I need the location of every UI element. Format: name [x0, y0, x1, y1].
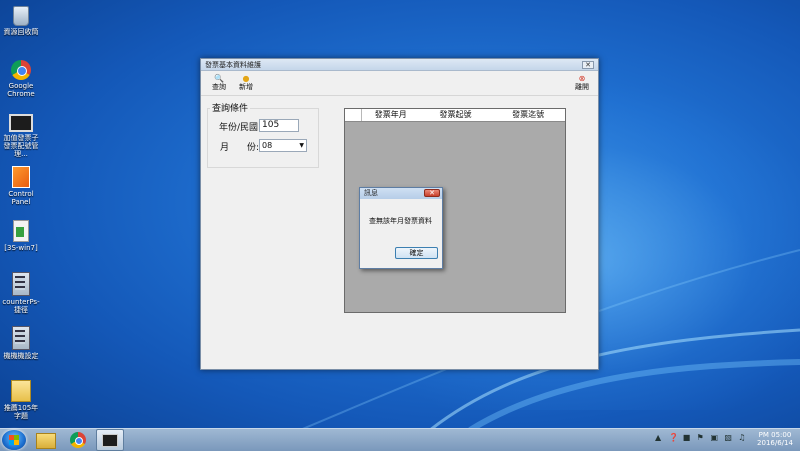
taskbar: ▲ ❓ ■ ⚑ ▣ ▧ ♫ PM 05:00 2016/6/14 — [0, 428, 800, 451]
exit-icon: ⊗ — [578, 74, 586, 83]
query-conditions-group — [207, 108, 319, 168]
leave-label: 離開 — [575, 83, 589, 91]
add-label: 新增 — [239, 83, 253, 91]
start-button[interactable] — [2, 430, 26, 450]
month-select-value: 08 — [262, 141, 273, 150]
explorer-taskbar-icon[interactable] — [36, 433, 56, 449]
window-title: 發票基本資料維護 — [201, 59, 598, 71]
system-tray: ▲ ❓ ■ ⚑ ▣ ▧ ♫ — [655, 433, 755, 447]
month-label-part1: 月 — [220, 143, 230, 153]
volume-icon[interactable]: ♫ — [738, 433, 746, 442]
search-icon: 🔍 — [214, 74, 224, 83]
clock[interactable]: PM 05:00 2016/6/14 — [752, 431, 798, 447]
grid-header: 發票年月 發票起號 發票迄號 — [345, 109, 565, 122]
desktop-icon-label: counterPs-捷徑 — [2, 298, 40, 314]
clock-date: 2016/6/14 — [757, 439, 793, 447]
ok-button[interactable]: 確定 — [395, 247, 438, 259]
desktop-icon-label: Google Chrome — [7, 82, 35, 98]
query-button[interactable]: 🔍 查詢 — [209, 74, 229, 91]
year-label: 年份/民國: — [219, 123, 262, 133]
file-icon — [13, 220, 29, 242]
grid-column-header[interactable]: 發票迄號 — [491, 109, 565, 121]
windows-logo-icon — [9, 435, 19, 445]
query-label: 查詢 — [212, 83, 226, 91]
desktop-icon-folder[interactable]: 推薦105年字題 — [2, 380, 40, 420]
year-input[interactable]: 105 — [259, 119, 299, 132]
desktop-icon-label: 機機機設定 — [3, 352, 39, 360]
network-icon[interactable]: ▣ — [711, 433, 719, 442]
desktop-icon-3s-win7[interactable]: [3S-win7] — [2, 220, 40, 252]
add-icon: ● — [242, 74, 250, 83]
desktop-icon-recycle-bin[interactable]: 資源回收筒 — [2, 6, 40, 36]
ime-icon[interactable]: ■ — [683, 433, 691, 442]
leave-button[interactable]: ⊗ 離開 — [572, 74, 592, 91]
dialog-message: 查無該年月發票資料 — [369, 217, 432, 225]
add-button[interactable]: ● 新增 — [236, 74, 256, 91]
show-hidden-icons-icon[interactable]: ▲ — [655, 433, 663, 442]
desktop-icon-label: 推薦105年字題 — [3, 404, 39, 420]
desktop-icon-invoice-app[interactable]: 加值發票子發票配號管理... — [2, 114, 40, 158]
desktop-icon-label: 加值發票子發票配號管理... — [3, 134, 39, 158]
control-panel-icon — [12, 166, 30, 188]
desktop-icon-label: Control Panel — [8, 190, 34, 206]
chrome-icon — [11, 60, 31, 80]
window-close-button[interactable]: ✕ — [582, 61, 594, 69]
monitor-app-icon — [9, 114, 33, 132]
desktop-icon-label: 資源回收筒 — [3, 28, 39, 36]
grid-column-header[interactable]: 發票起號 — [420, 109, 492, 121]
month-label-part2: 份: — [247, 143, 260, 153]
grid-corner — [345, 109, 362, 121]
clock-time: PM 05:00 — [758, 431, 792, 439]
shortcut-icon — [12, 272, 30, 296]
desktop-icon-settings[interactable]: 機機機設定 — [2, 326, 40, 360]
help-icon[interactable]: ❓ — [669, 433, 679, 442]
dialog-close-button[interactable]: ✕ — [424, 189, 440, 197]
month-select[interactable]: 08 ▼ — [259, 139, 307, 152]
toolbar: 🔍 查詢 ● 新增 ⊗ 離開 — [201, 72, 598, 94]
desktop-icon-control-panel[interactable]: Control Panel — [2, 166, 40, 206]
security-icon[interactable]: ▧ — [724, 433, 732, 442]
desktop-icon-chrome[interactable]: Google Chrome — [2, 60, 40, 98]
settings-shortcut-icon — [12, 326, 30, 350]
query-conditions-title: 查詢條件 — [210, 101, 251, 114]
grid-column-header[interactable]: 發票年月 — [362, 109, 420, 121]
message-dialog: 訊息 ✕ 查無該年月發票資料 確定 — [359, 187, 443, 269]
toolbar-divider — [201, 95, 598, 96]
chrome-taskbar-icon[interactable] — [70, 432, 86, 448]
monitor-app-icon — [102, 434, 118, 447]
chevron-down-icon: ▼ — [299, 142, 304, 149]
flag-icon[interactable]: ⚑ — [697, 433, 705, 442]
desktop-icon-counterps[interactable]: counterPs-捷徑 — [2, 272, 40, 314]
recycle-bin-icon — [13, 6, 29, 26]
desktop-icon-label: [3S-win7] — [4, 244, 38, 252]
invoice-app-taskbar-button[interactable] — [96, 429, 124, 451]
folder-icon — [11, 380, 31, 402]
